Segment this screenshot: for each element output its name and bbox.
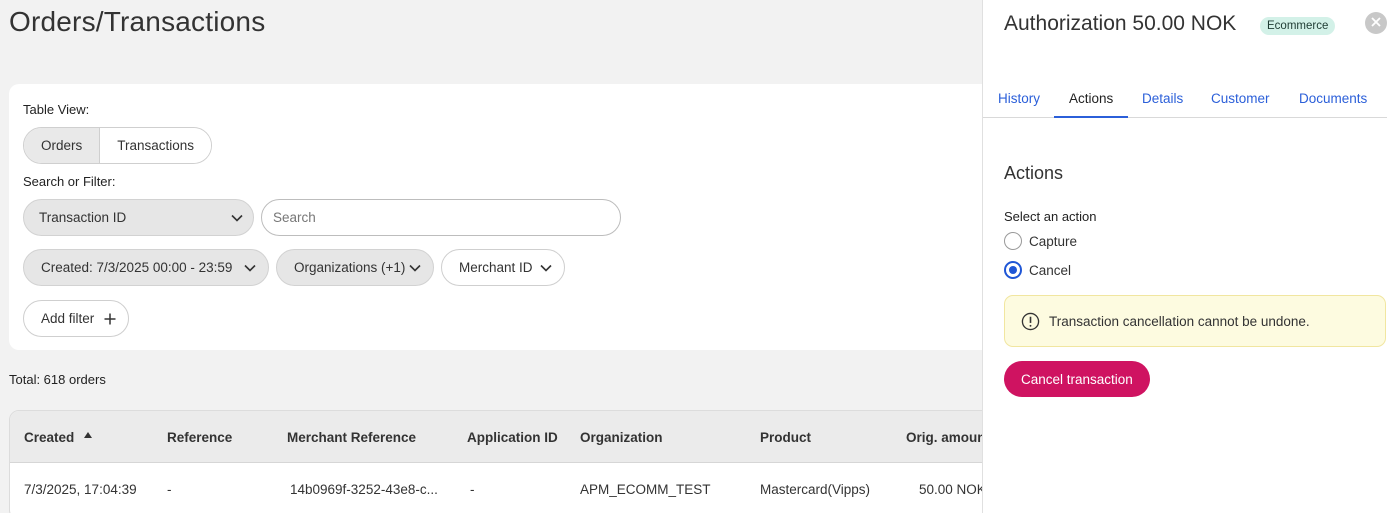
view-transactions-button[interactable]: Transactions [100, 128, 212, 163]
column-label: Created [24, 430, 75, 445]
plus-icon [104, 313, 116, 325]
tab-details[interactable]: Details [1142, 91, 1183, 106]
table-header: Created Reference Merchant Reference App… [10, 411, 982, 463]
cancel-transaction-button[interactable]: Cancel transaction [1004, 361, 1150, 397]
authorization-side-panel: Authorization 50.00 NOK Ecommerce Histor… [982, 0, 1387, 513]
cell-created: 7/3/2025, 17:04:39 [24, 482, 137, 497]
column-header-orig-amount[interactable]: Orig. amoun [906, 430, 982, 445]
close-panel-button[interactable] [1365, 12, 1387, 34]
view-orders-button[interactable]: Orders [24, 128, 101, 163]
sort-ascending-icon [84, 432, 93, 438]
table-view-label: Table View: [23, 102, 90, 117]
radio-label-cancel: Cancel [1029, 262, 1072, 278]
cell-organization: APM_ECOMM_TEST [580, 482, 711, 497]
column-header-reference[interactable]: Reference [167, 430, 232, 445]
search-input[interactable] [261, 199, 621, 236]
tab-history[interactable]: History [998, 91, 1040, 106]
column-header-application-id[interactable]: Application ID [467, 430, 558, 445]
search-field-select[interactable]: Transaction ID [23, 199, 254, 236]
radio-option-cancel[interactable]: Cancel [1004, 261, 1071, 279]
column-header-product[interactable]: Product [760, 430, 811, 445]
chevron-down-icon [540, 264, 552, 272]
page-title: Orders/Transactions [9, 6, 266, 37]
panel-tabs: History Actions Details Customer Documen… [983, 86, 1387, 118]
orders-table: Created Reference Merchant Reference App… [9, 410, 982, 513]
filter-card: Table View: Orders Transactions Search o… [9, 84, 982, 350]
organizations-filter[interactable]: Organizations (+1) [276, 249, 434, 286]
cell-reference: - [167, 482, 172, 497]
radio-label-capture: Capture [1029, 233, 1078, 249]
column-header-merchant-reference[interactable]: Merchant Reference [287, 430, 416, 445]
cell-orig-amount: 50.00 NOK [919, 482, 982, 497]
chevron-down-icon [244, 264, 256, 272]
chevron-down-icon [231, 214, 243, 222]
search-field-value: Transaction ID [39, 210, 127, 225]
search-filter-label: Search or Filter: [23, 174, 116, 189]
tab-documents[interactable]: Documents [1299, 91, 1367, 106]
close-icon [1371, 14, 1381, 32]
chevron-down-icon [409, 264, 421, 272]
column-header-organization[interactable]: Organization [580, 430, 663, 445]
cell-merchant-reference: 14b0969f-3252-43e8-c... [290, 482, 438, 497]
active-tab-indicator [1054, 116, 1128, 118]
tab-actions[interactable]: Actions [1069, 91, 1113, 106]
radio-option-capture[interactable]: Capture [1004, 232, 1077, 250]
organizations-filter-label: Organizations (+1) [294, 260, 406, 275]
warning-text: Transaction cancellation cannot be undon… [1049, 313, 1310, 329]
total-count: Total: 618 orders [9, 372, 106, 387]
column-header-created[interactable]: Created [24, 430, 93, 445]
cancellation-warning: Transaction cancellation cannot be undon… [1004, 295, 1386, 347]
cell-application-id: - [470, 482, 475, 497]
created-date-filter[interactable]: Created: 7/3/2025 00:00 - 23:59 [23, 249, 269, 286]
add-filter-button[interactable]: Add filter [23, 300, 129, 337]
cell-product: Mastercard(Vipps) [760, 482, 871, 497]
main-content: Orders/Transactions Table View: Orders T… [0, 0, 982, 513]
radio-button-cancel[interactable] [1004, 261, 1022, 279]
merchant-id-filter[interactable]: Merchant ID [441, 249, 565, 286]
channel-badge: Ecommerce [1260, 17, 1336, 35]
merchant-filter-label: Merchant ID [459, 260, 533, 275]
panel-title: Authorization 50.00 NOK [1004, 12, 1237, 35]
radio-button-capture[interactable] [1004, 232, 1022, 250]
warning-info-icon [1021, 312, 1040, 331]
add-filter-label: Add filter [41, 311, 95, 326]
table-view-toggle: Orders Transactions [23, 127, 213, 164]
tab-customer[interactable]: Customer [1211, 91, 1270, 106]
created-filter-label: Created: 7/3/2025 00:00 - 23:59 [41, 260, 233, 275]
actions-section-title: Actions [1004, 163, 1064, 183]
select-action-label: Select an action [1004, 209, 1097, 224]
